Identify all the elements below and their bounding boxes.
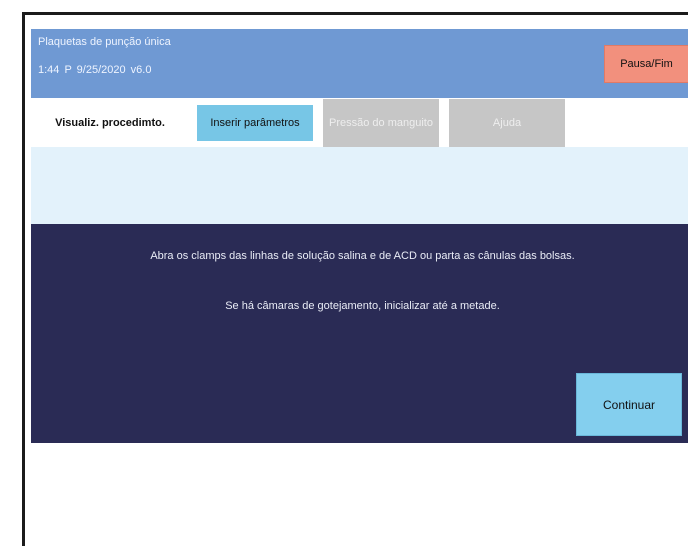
- info-bar: [31, 147, 688, 224]
- header-bar: Plaquetas de punção única 1:44 P 9/25/20…: [31, 29, 688, 98]
- tab-procedure-view[interactable]: Visualiz. procedimto.: [31, 99, 189, 147]
- procedure-title: Plaquetas de punção única: [38, 36, 171, 48]
- pause-end-button[interactable]: Pausa/Fim: [604, 45, 688, 83]
- instruction-message: Abra os clamps das linhas de solução sal…: [150, 250, 575, 262]
- status-line: 1:44 P 9/25/2020 v6.0: [38, 64, 152, 76]
- tab-cuff-pressure: Pressão do manguito: [323, 99, 439, 147]
- drip-chamber-message: Se há câmaras de gotejamento, inicializa…: [225, 300, 500, 312]
- tab-bar: Visualiz. procedimto. Inserir parâmetros…: [31, 99, 688, 147]
- device-screen: Plaquetas de punção única 1:44 P 9/25/20…: [22, 12, 688, 546]
- tab-enter-parameters[interactable]: Inserir parâmetros: [197, 105, 313, 141]
- continue-button[interactable]: Continuar: [576, 373, 682, 436]
- tab-help: Ajuda: [449, 99, 565, 147]
- instruction-panel: Abra os clamps das linhas de solução sal…: [31, 224, 688, 443]
